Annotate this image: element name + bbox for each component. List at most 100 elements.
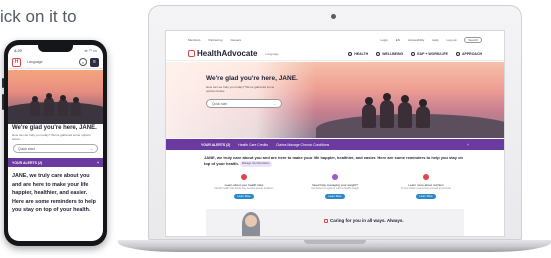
nav-eap[interactable]: EAP + WORK/LIFE [411, 51, 448, 56]
welcome-heading: We're glad you're here, JANE. [12, 125, 97, 131]
wellbeing-icon [376, 51, 381, 56]
heart-icon [348, 51, 353, 56]
hero-person [380, 100, 394, 128]
card-title: Learn more about nutrition [408, 183, 444, 187]
site-logo[interactable]: HealthAdvocate Language [188, 49, 279, 58]
util-link[interactable]: Accessibility [408, 38, 424, 42]
language-link[interactable]: Language [24, 60, 76, 64]
briefcase-icon [411, 51, 416, 56]
laptop-screen: Members Partnering Careers Login EN Acce… [165, 30, 505, 237]
card-subtitle: Find out what to eat to keep yourself at… [401, 188, 451, 190]
people-icon [455, 51, 460, 56]
util-link[interactable]: Careers [230, 38, 241, 42]
alerts-title: YOUR ALERTS (2) [201, 142, 231, 147]
laptop-lid: Members Partnering Careers Login EN Acce… [148, 5, 522, 240]
advocate-photo [242, 212, 260, 236]
manage-reminders-link[interactable]: Manage Your Reminders [240, 161, 272, 167]
util-link[interactable]: Members [188, 38, 201, 42]
learn-more-button[interactable]: Learn More [416, 194, 436, 199]
util-link[interactable]: Log out [446, 38, 456, 42]
hero-person-head [32, 96, 38, 102]
logo-icon [324, 218, 328, 223]
util-link[interactable]: Partnering [209, 38, 223, 42]
hero-person [71, 101, 81, 116]
phone-device: 4:29 ▪▪ ◠ ▭ H Language ⌕ ≡ We're glad yo… [2, 40, 107, 246]
hero-person-head [401, 95, 409, 103]
language-link[interactable]: Language [265, 52, 278, 56]
welcome-heading: We're glad you're here, JANE. [206, 75, 298, 82]
main-nav: HealthAdvocate Language HEALTH WELLBEING… [166, 47, 504, 61]
plus-icon[interactable]: + [97, 161, 99, 165]
utility-bar: Members Partnering Careers Login EN Acce… [166, 36, 504, 44]
nav-label: APPROACH [461, 51, 482, 56]
alerts-bar[interactable]: YOUR ALERTS (2) Health Care Credits Clai… [166, 139, 504, 150]
reminder-text: JANE, we truly care about you and are he… [12, 173, 96, 213]
laptop-opening-notch [304, 240, 366, 244]
intro-text: JANE, we truly care about you and are he… [204, 155, 466, 167]
util-link[interactable]: EN [396, 38, 400, 42]
nav-label: EAP + WORK/LIFE [417, 51, 448, 56]
phone-side-button [2, 78, 4, 88]
phone-volume-button [2, 94, 4, 110]
logo-icon[interactable]: H [12, 57, 21, 67]
logo-icon [188, 50, 195, 57]
care-text: Caring for you in all ways. Always. [330, 218, 404, 223]
plus-icon[interactable]: + [467, 143, 469, 147]
mobile-header: H Language ⌕ ≡ [8, 56, 103, 69]
hero-person [58, 99, 68, 116]
hero-person-head [365, 97, 373, 105]
quick-start-select[interactable]: Quick start ⌄ [13, 144, 98, 153]
hero-person [44, 97, 54, 116]
chevron-down-icon: ⌄ [273, 101, 276, 106]
alert-item[interactable]: Claims Manage Chronic Conditions [276, 143, 329, 147]
util-link[interactable]: Login [380, 38, 387, 42]
hero-person-head [383, 93, 391, 101]
learn-more-button[interactable]: Learn More [234, 194, 254, 199]
card-title: Need help managing your weight? [312, 183, 358, 187]
hero-person [362, 104, 376, 128]
hero-person [30, 100, 40, 116]
hero-person-head [419, 99, 427, 107]
hero-hill [8, 102, 103, 124]
menu-icon[interactable]: ≡ [90, 57, 99, 67]
alerts-label: YOUR ALERTS (2) [12, 160, 43, 165]
card-subtitle: Get started on a plan to reach a healthy… [311, 188, 359, 190]
status-time: 4:29 [14, 48, 22, 53]
welcome-subtitle: How can we help you today? We've gathere… [12, 133, 91, 141]
nav-health[interactable]: HEALTH [348, 51, 369, 56]
hero-person [398, 102, 412, 128]
hero-person-head [73, 97, 79, 103]
scale-icon [332, 174, 338, 180]
alert-item[interactable]: Health Care Credits [238, 143, 268, 147]
learn-more-button[interactable]: Learn More [325, 194, 345, 199]
nav-label: WELLBEING [382, 51, 404, 56]
hero-image [8, 70, 103, 124]
apple-icon [423, 174, 429, 180]
hero-person [416, 106, 430, 128]
nav-wellbeing[interactable]: WELLBEING [376, 51, 404, 56]
alerts-bar[interactable]: YOUR ALERTS (2) + [8, 158, 103, 167]
hero-person-head [60, 95, 66, 101]
quick-start-select[interactable]: Quick start ⌄ [206, 99, 282, 108]
search-icon[interactable]: ⌕ [79, 58, 87, 66]
laptop-base [118, 240, 551, 252]
card-title: Learn about your health risks [224, 183, 264, 187]
nav-label: HEALTH [354, 51, 369, 56]
search-input[interactable]: Search [464, 37, 482, 43]
caption-text: ick on it to [0, 7, 77, 26]
phone-screen: 4:29 ▪▪ ◠ ▭ H Language ⌕ ≡ We're glad yo… [8, 45, 103, 241]
card-subtitle: Identify health risks before they become… [214, 188, 274, 190]
advocate-face [245, 215, 257, 227]
util-link[interactable]: Help [432, 38, 438, 42]
welcome-subtitle: How can we help you today? We've gathere… [206, 85, 275, 93]
hero-person-head [46, 93, 52, 99]
chevron-down-icon: ⌄ [90, 146, 93, 151]
camera-icon [331, 14, 336, 19]
select-label: Quick start [212, 101, 228, 106]
logo-text: HealthAdvocate [197, 49, 258, 58]
select-label: Quick start [18, 146, 35, 151]
nav-approach[interactable]: APPROACH [455, 51, 482, 56]
care-tagline: Caring for you in all ways. Always. [324, 218, 404, 223]
phone-notch [38, 45, 73, 52]
status-icons: ▪▪ ◠ ▭ [84, 48, 97, 53]
